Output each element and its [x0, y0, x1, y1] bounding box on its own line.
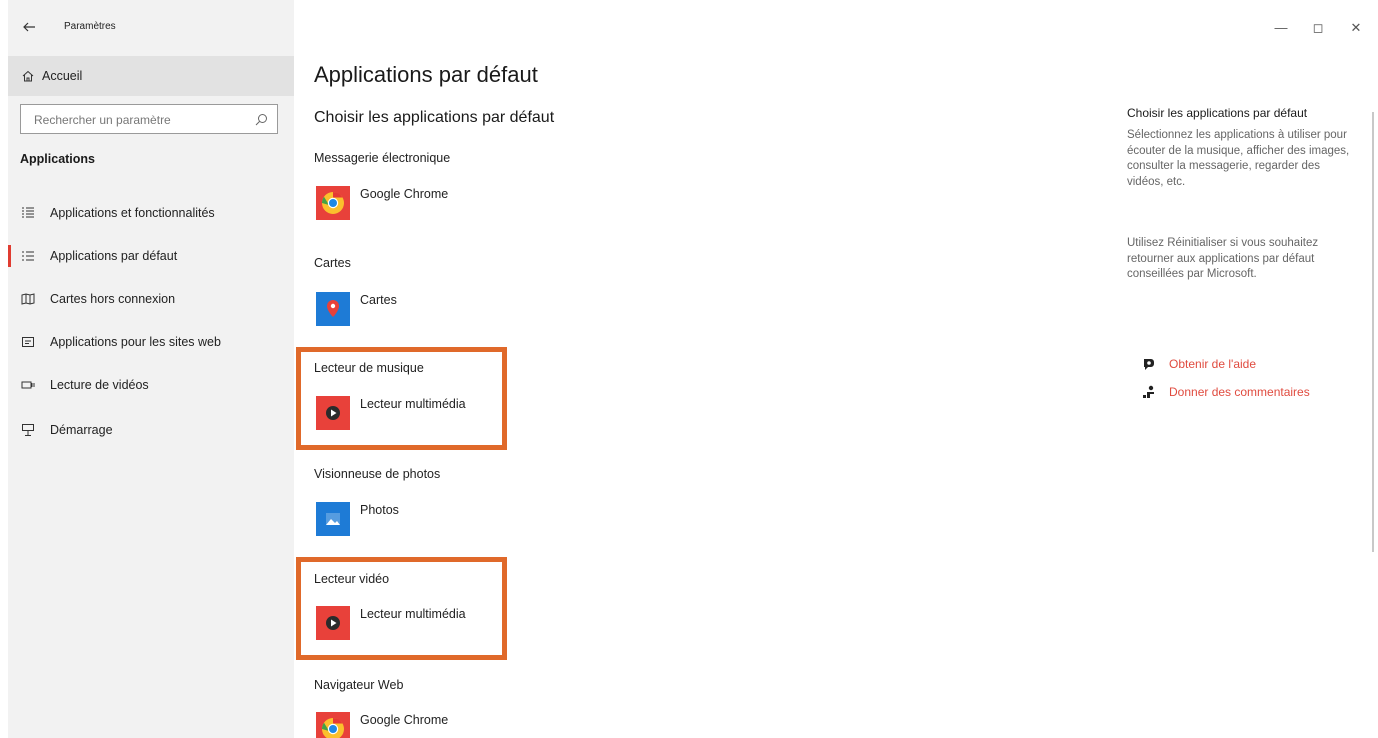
search-icon[interactable]: [255, 113, 268, 126]
search-placeholder: Rechercher un paramètre: [34, 113, 171, 127]
nav-home[interactable]: Accueil: [8, 56, 294, 96]
help-icon: [1142, 357, 1156, 371]
category-label-maps: Cartes: [314, 256, 351, 270]
maps-icon: [316, 292, 350, 326]
close-button[interactable]: ✕: [1346, 18, 1366, 38]
category-label-music: Lecteur de musique: [314, 361, 424, 375]
sidebar-item-label: Démarrage: [50, 423, 113, 437]
give-feedback-label: Donner des commentaires: [1169, 385, 1310, 399]
related-title: Choisir les applications par défaut: [1127, 106, 1308, 120]
page-title: Applications par défaut: [314, 62, 538, 87]
media-player-icon: [316, 396, 350, 430]
offline-maps-icon: [21, 292, 35, 306]
video-playback-icon: [21, 378, 35, 392]
apps-for-websites-icon: [21, 335, 35, 349]
category-label-web-browser: Navigateur Web: [314, 678, 404, 692]
window-title: Paramètres: [64, 21, 116, 32]
section-title: Applications: [20, 152, 96, 166]
chrome-icon: [316, 712, 350, 738]
app-selector-music[interactable]: Lecteur multimédia: [314, 396, 494, 436]
sidebar-item-video-playback[interactable]: Lecture de vidéos: [8, 365, 294, 405]
app-name: Google Chrome: [360, 713, 449, 727]
app-selector-video[interactable]: Lecteur multimédia: [314, 606, 494, 646]
related-description: Sélectionnez les applications à utiliser…: [1127, 129, 1350, 188]
app-name: Lecteur multimédia: [360, 607, 466, 621]
app-selector-photos[interactable]: Photos: [314, 502, 494, 542]
search-input[interactable]: Rechercher un paramètre: [20, 104, 278, 134]
sidebar-item-apps-for-websites[interactable]: Applications pour les sites web: [8, 322, 294, 362]
category-label-photos: Visionneuse de photos: [314, 467, 441, 481]
maximize-button[interactable]: ◻: [1308, 18, 1328, 38]
nav-home-label: Accueil: [42, 69, 83, 83]
related-reset-hint: Utilisez Réinitialiser si vous souhaitez…: [1127, 237, 1319, 280]
minimize-button[interactable]: —: [1271, 18, 1291, 38]
media-player-icon: [316, 606, 350, 640]
default-apps-icon: [21, 249, 35, 263]
chrome-icon: [316, 186, 350, 220]
app-name: Cartes: [360, 293, 397, 307]
app-selector-maps[interactable]: Cartes: [314, 292, 494, 332]
app-selector-email[interactable]: Google Chrome: [314, 186, 494, 226]
photos-icon: [316, 502, 350, 536]
page-subtitle: Choisir les applications par défaut: [314, 109, 555, 126]
apps-features-icon: [21, 206, 35, 220]
sidebar-item-label: Cartes hors connexion: [50, 292, 176, 306]
sidebar-item-default-apps[interactable]: Applications par défaut: [8, 236, 294, 276]
home-icon: [21, 69, 35, 83]
sidebar-item-offline-maps[interactable]: Cartes hors connexion: [8, 279, 294, 319]
sidebar: Paramètres Accueil Rechercher un paramèt…: [8, 0, 294, 738]
sidebar-item-label: Applications pour les sites web: [50, 335, 221, 349]
startup-icon: [21, 423, 35, 437]
app-name: Photos: [360, 503, 399, 517]
app-selector-web-browser[interactable]: Google Chrome: [314, 712, 494, 738]
back-arrow-icon[interactable]: [22, 20, 36, 34]
category-label-video: Lecteur vidéo: [314, 572, 390, 586]
app-name: Lecteur multimédia: [360, 397, 466, 411]
get-help-label: Obtenir de l'aide: [1169, 357, 1257, 371]
sidebar-item-label: Applications par défaut: [50, 249, 178, 263]
app-name: Google Chrome: [360, 187, 449, 201]
active-indicator: [8, 245, 11, 267]
category-label-email: Messagerie électronique: [314, 151, 451, 165]
sidebar-item-label: Lecture de vidéos: [50, 378, 149, 392]
sidebar-item-startup[interactable]: Démarrage: [8, 410, 294, 450]
feedback-icon: [1142, 385, 1156, 399]
sidebar-item-apps-features[interactable]: Applications et fonctionnalités: [8, 193, 294, 233]
scrollbar[interactable]: [1372, 112, 1374, 552]
sidebar-item-label: Applications et fonctionnalités: [50, 206, 215, 220]
title-bar: Paramètres: [8, 0, 294, 56]
